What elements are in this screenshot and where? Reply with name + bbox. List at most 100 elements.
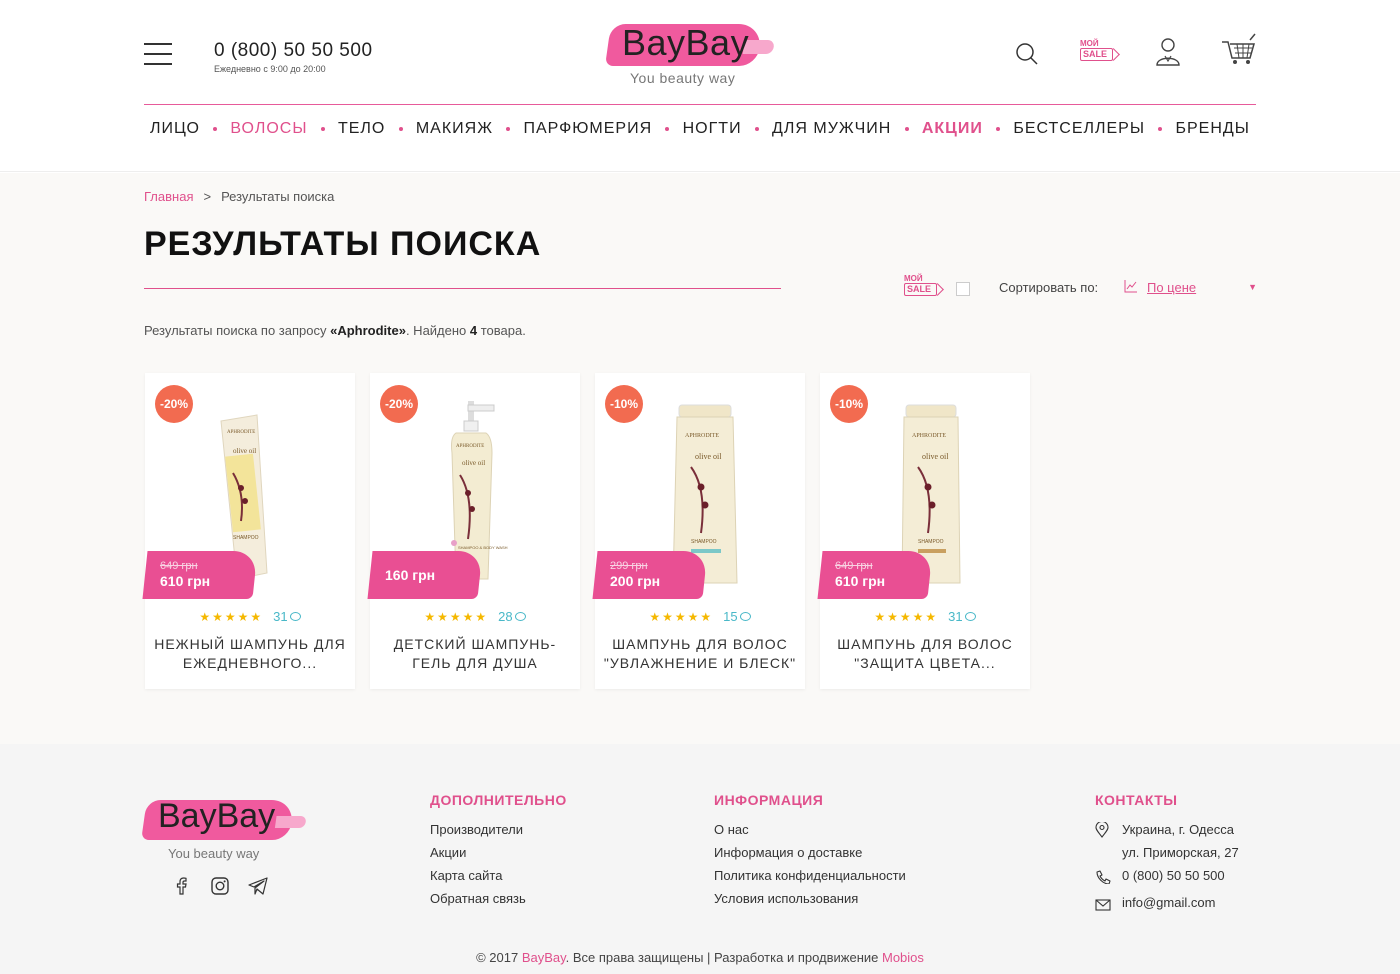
copyright-prefix: © 2017 xyxy=(476,950,522,965)
sale-top-text: МОЙ xyxy=(1080,39,1099,48)
footer-column-contacts: КОНТАКТЫ Украина, г. Одесса ул. Приморск… xyxy=(1095,792,1239,918)
product-card[interactable]: APHRODITE olive oil SHAMPOO -10% 649 грн… xyxy=(817,373,1030,689)
mail-icon xyxy=(1095,891,1122,918)
footer-link[interactable]: Карта сайта xyxy=(430,864,567,887)
product-name[interactable]: ДЕТСКИЙ ШАМПУНЬ-ГЕЛЬ ДЛЯ ДУША xyxy=(376,635,574,673)
label-brand: APHRODITE xyxy=(227,430,255,435)
footer-logo-tagline: You beauty way xyxy=(168,846,260,861)
nav-item-hair[interactable]: ВОЛОСЫ xyxy=(224,120,313,138)
nav-dot xyxy=(996,127,1001,131)
site-header: 0 (800) 50 50 500 Ежедневно с 9:00 до 20… xyxy=(0,0,1400,172)
review-number: 31 xyxy=(948,609,963,624)
product-card[interactable]: APHRODITE olive oil SHAMPOO & BODY WASH … xyxy=(367,373,580,689)
footer-heading: КОНТАКТЫ xyxy=(1095,792,1178,808)
footer-logo[interactable]: BayBay You beauty way xyxy=(141,794,304,864)
review-count[interactable]: 31 xyxy=(948,609,976,624)
review-count[interactable]: 31 xyxy=(273,609,301,624)
contact-email[interactable]: info@gmail.com xyxy=(1095,891,1239,918)
nav-item-body[interactable]: ТЕЛО xyxy=(332,120,391,138)
copyright-brand-link[interactable]: BayBay xyxy=(522,950,566,965)
social-links xyxy=(172,876,268,896)
contact-phone[interactable]: 0 (800) 50 50 500 xyxy=(1095,864,1239,891)
label-oil: olive oil xyxy=(233,447,256,455)
footer-link[interactable]: Политика конфиденциальности xyxy=(714,864,906,887)
price: 160 грн xyxy=(385,567,436,583)
product-card[interactable]: APHRODITE olive oil SHAMPOO -20% 649 грн… xyxy=(142,373,355,689)
site-logo[interactable]: BayBay You beauty way xyxy=(605,20,768,90)
instagram-icon[interactable] xyxy=(210,876,230,896)
footer-link[interactable]: Акции xyxy=(430,841,567,864)
header-phone[interactable]: 0 (800) 50 50 500 xyxy=(214,40,373,62)
sort-select[interactable]: По цене ▼ xyxy=(1147,280,1257,295)
label-type: SHAMPOO xyxy=(233,535,259,541)
results-items-word: товара. xyxy=(477,323,526,338)
logo-name: BayBay xyxy=(622,22,750,63)
rating: ★★★★★ 31 xyxy=(145,609,355,624)
results-prefix: Результаты поиска по запросу xyxy=(144,323,331,338)
contact-phone-text: 0 (800) 50 50 500 xyxy=(1122,868,1225,883)
nav-item-makeup[interactable]: МАКИЯЖ xyxy=(410,120,499,138)
comment-icon xyxy=(739,612,751,621)
label-brand: APHRODITE xyxy=(685,433,719,439)
review-number: 15 xyxy=(723,609,738,624)
developer-link[interactable]: Mobios xyxy=(882,950,924,965)
footer-link[interactable]: Условия использования xyxy=(714,887,906,910)
nav-item-bestsellers[interactable]: БЕСТСЕЛЛЕРЫ xyxy=(1007,120,1151,138)
sale-bottom-text: SALE xyxy=(1080,48,1114,61)
product-name[interactable]: НЕЖНЫЙ ШАМПУНЬ ДЛЯ ЕЖЕДНЕВНОГО... xyxy=(151,635,349,673)
review-count[interactable]: 28 xyxy=(498,609,526,624)
nav-dot xyxy=(506,127,511,131)
results-query: «Aphrodite» xyxy=(330,323,406,338)
comment-icon xyxy=(964,612,976,621)
results-found: . Найдено xyxy=(405,323,470,338)
breadcrumb-home[interactable]: Главная xyxy=(144,189,193,204)
rating: ★★★★★ 28 xyxy=(370,609,580,624)
nav-item-nails[interactable]: НОГТИ xyxy=(677,120,748,138)
product-grid: APHRODITE olive oil SHAMPOO -20% 649 грн… xyxy=(142,373,1030,689)
nav-item-men[interactable]: ДЛЯ МУЖЧИН xyxy=(766,120,897,138)
star-icon: ★★★★★ xyxy=(199,610,264,624)
footer-link[interactable]: Информация о доставке xyxy=(714,841,906,864)
discount-badge: -10% xyxy=(605,385,643,423)
review-number: 28 xyxy=(498,609,513,624)
review-count[interactable]: 15 xyxy=(723,609,751,624)
sort-label: Сортировать по: xyxy=(999,280,1099,295)
label-oil: olive oil xyxy=(695,452,722,461)
price: 610 грн xyxy=(835,573,886,589)
location-icon xyxy=(1095,818,1122,845)
chart-icon xyxy=(1124,279,1138,293)
footer-heading: ИНФОРМАЦИЯ xyxy=(714,792,824,808)
user-icon[interactable] xyxy=(1155,37,1181,72)
sale-filter-checkbox[interactable] xyxy=(956,282,970,296)
footer-link[interactable]: О нас xyxy=(714,818,906,841)
footer-link[interactable]: Обратная связь xyxy=(430,887,567,910)
facebook-icon[interactable] xyxy=(172,876,192,896)
footer-link[interactable]: Производители xyxy=(430,818,567,841)
menu-icon[interactable] xyxy=(144,43,172,67)
sort-value: По цене xyxy=(1147,280,1197,295)
my-sale-button[interactable]: МОЙ SALE xyxy=(1080,39,1114,61)
comment-icon xyxy=(514,612,526,621)
nav-dot xyxy=(904,127,909,131)
product-card[interactable]: APHRODITE olive oil SHAMPOO -10% 299 грн… xyxy=(592,373,805,689)
page-title: РЕЗУЛЬТАТЫ ПОИСКА xyxy=(144,225,542,263)
product-name[interactable]: ШАМПУНЬ ДЛЯ ВОЛОС "УВЛАЖНЕНИЕ И БЛЕСК" xyxy=(601,635,799,673)
address-line-1: Украина, г. Одесса xyxy=(1122,822,1234,837)
nav-item-brands[interactable]: БРЕНДЫ xyxy=(1169,120,1255,138)
cart-icon[interactable] xyxy=(1220,32,1258,71)
my-sale-filter[interactable]: МОЙ SALE xyxy=(904,275,938,296)
price-tag: 299 грн 200 грн xyxy=(592,551,708,599)
product-name[interactable]: ШАМПУНЬ ДЛЯ ВОЛОС "ЗАЩИТА ЦВЕТА... xyxy=(826,635,1024,673)
label-oil: olive oil xyxy=(462,459,485,467)
nav-dot xyxy=(398,127,403,131)
copyright: © 2017 BayBay. Все права защищены | Разр… xyxy=(0,950,1400,965)
contact-email-text: info@gmail.com xyxy=(1122,895,1216,910)
old-price: 649 грн xyxy=(160,560,198,572)
label-brand: APHRODITE xyxy=(456,444,484,449)
label-type: SHAMPOO xyxy=(691,539,717,545)
nav-item-sales[interactable]: АКЦИИ xyxy=(916,120,989,138)
telegram-icon[interactable] xyxy=(248,876,268,896)
search-icon[interactable] xyxy=(1015,42,1039,71)
nav-item-perfume[interactable]: ПАРФЮМЕРИЯ xyxy=(517,120,658,138)
nav-item-face[interactable]: ЛИЦО xyxy=(144,120,206,138)
